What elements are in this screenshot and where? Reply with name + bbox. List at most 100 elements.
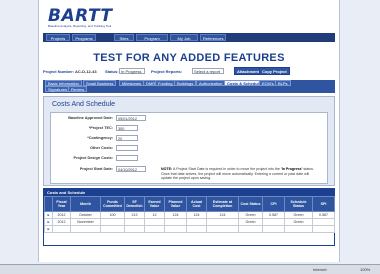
grid-header-spi[interactable]: SPI <box>312 196 335 212</box>
note-status: 'In Progress' <box>280 167 303 171</box>
project-tec-field[interactable]: 350 <box>116 125 138 131</box>
project-start-field[interactable]: 04/10/2012 <box>116 166 146 172</box>
grid-header-funds-committed[interactable]: Funds Committed <box>100 196 125 212</box>
cell-funds-committed: 100 <box>100 211 125 219</box>
tab-small-business[interactable]: Small Business <box>83 80 117 86</box>
cell-cost-status: Green <box>238 211 263 219</box>
cell-cpi[interactable] <box>262 225 285 233</box>
project-tec-label: *Project TEC: <box>88 126 113 130</box>
cell-spi[interactable] <box>312 225 335 233</box>
project-start-label: Project Start Date: <box>79 167 113 171</box>
other-costs-field[interactable] <box>116 145 138 151</box>
tab-funding[interactable]: Funding <box>155 80 176 86</box>
grid-header-expand <box>44 196 53 212</box>
row-expand-icon[interactable]: ▸ <box>44 211 53 219</box>
table-row[interactable]: ▸ 2012 October 100 213 12 124 124 124 Gr… <box>44 211 335 219</box>
grid-header-cpi[interactable]: CPI <box>262 196 285 212</box>
cell-spi <box>312 218 335 226</box>
nav-programs[interactable]: Programs <box>72 34 96 41</box>
tab-signatures[interactable]: Signatures <box>45 86 71 92</box>
cell-spi: 0.587 <box>312 211 335 219</box>
contingency-field[interactable]: 20 <box>116 135 138 141</box>
cell-schedule-status: Green <box>284 211 313 219</box>
cell-actual-cost[interactable] <box>186 225 207 233</box>
bartt-logo: BARTT <box>48 6 113 26</box>
tab-review[interactable]: Review <box>68 86 88 92</box>
project-design-costs-label: Project Design Costs: <box>73 156 113 160</box>
section-title: Costs And Schedule <box>52 101 116 108</box>
cell-funds-committed[interactable] <box>100 225 125 233</box>
logo-subtitle: Baseline Analysis, Reporting, and Tracki… <box>48 24 112 28</box>
cell-planned-value[interactable] <box>164 225 187 233</box>
grid-header-planned-value[interactable]: Planned Value <box>164 196 187 212</box>
copy-project-button[interactable]: Copy Project <box>259 67 290 75</box>
costs-schedule-section: Costs And Schedule Baseline Approved Dat… <box>43 96 335 186</box>
cell-actual-cost <box>186 218 207 226</box>
start-date-note: NOTE: A Project Start Date is required i… <box>161 167 321 181</box>
zoom-level[interactable]: 100% <box>360 267 370 272</box>
grid-header-row: Fiscal Year Month Funds Committed SF Dem… <box>44 196 335 212</box>
cell-cost-status: Green <box>238 218 263 226</box>
project-design-costs-field[interactable] <box>116 155 138 161</box>
nav-references[interactable]: References <box>200 34 226 41</box>
table-row[interactable]: ▸ <box>44 225 335 233</box>
grid-header-sf-demolish[interactable]: SF Demolish <box>124 196 145 212</box>
nav-projects[interactable]: Projects <box>46 34 70 41</box>
nav-program-reports[interactable]: Program Reports <box>136 34 168 48</box>
tab-costs-schedule[interactable]: Costs & Schedule <box>224 80 265 86</box>
grid-header-month[interactable]: Month <box>70 196 101 212</box>
attachment-button[interactable]: Attachment <box>234 67 263 75</box>
cell-fiscal-year: 2012 <box>52 211 71 219</box>
grid-header-estimate-at-completion[interactable]: Estimate at Completion <box>206 196 239 212</box>
cell-planned-value <box>164 218 187 226</box>
grid-title: Costs and Schedule <box>44 189 334 196</box>
tab-milestones[interactable]: Milestones <box>119 80 145 86</box>
tab-blps[interactable]: BLPs <box>275 80 291 86</box>
tab-buildings[interactable]: Buildings <box>174 80 197 86</box>
project-number-label: Project Number: <box>43 69 75 74</box>
contingency-label: *Contingency: <box>87 136 113 140</box>
reports-select[interactable]: Select a report <box>192 68 224 74</box>
cell-month: November <box>70 218 101 226</box>
note-prefix: NOTE: <box>161 167 173 171</box>
grid-header-fiscal-year[interactable]: Fiscal Year <box>52 196 71 212</box>
baseline-approved-field[interactable]: 05/01/2012 <box>116 115 146 121</box>
cell-actual-cost: 124 <box>186 211 207 219</box>
note-text: A Project Start Date is required in orde… <box>173 167 280 171</box>
tab-authorization[interactable]: Authorization <box>196 80 226 86</box>
browser-page: BARTT Baseline Analysis, Reporting, and … <box>0 0 380 274</box>
page-banner: TEST FOR ANY ADDED FEATURES <box>93 52 285 64</box>
costs-form: Baseline Approved Date: 05/01/2012 *Proj… <box>50 112 328 184</box>
project-toolbar: Project Number: AC-D-12-43 Status: In Pr… <box>43 67 335 77</box>
cell-schedule-status[interactable] <box>284 225 313 233</box>
status-label: Status: <box>105 69 119 74</box>
grid-header-actual-cost[interactable]: Actual Cost <box>186 196 207 212</box>
security-zone: Internet <box>313 267 327 272</box>
cell-estimate-at-completion: 124 <box>206 211 239 219</box>
cell-sf-demolish <box>124 218 145 226</box>
cell-estimate-at-completion[interactable] <box>206 225 239 233</box>
cell-month[interactable] <box>70 225 101 233</box>
cell-fiscal-year[interactable] <box>52 225 71 233</box>
cell-sf-demolish[interactable] <box>124 225 145 233</box>
tab-ecms[interactable]: ECM's <box>259 80 277 86</box>
grid-header-schedule-status[interactable]: Schedule Status <box>284 196 313 212</box>
row-expand-icon[interactable]: ▸ <box>44 225 53 233</box>
cell-sf-demolish: 213 <box>124 211 145 219</box>
project-tabs: Basic Information Small Business Milesto… <box>43 80 335 93</box>
baseline-approved-label: Baseline Approved Date: <box>68 116 113 120</box>
nav-my-job-queue[interactable]: My Job Queue <box>170 34 198 48</box>
cell-earned-value: 12 <box>144 211 165 219</box>
cell-cpi <box>262 218 285 226</box>
table-row[interactable]: ▸ 2012 November Green Green <box>44 218 335 226</box>
costs-grid-panel: Costs and Schedule Fiscal Year Month Fun… <box>43 188 335 246</box>
grid-header-cost-status[interactable]: Cost Status <box>238 196 263 212</box>
reports-label: Project Reports: <box>151 69 183 74</box>
cell-funds-committed <box>100 218 125 226</box>
grid-header-earned-value[interactable]: Earned Value <box>144 196 165 212</box>
cell-earned-value[interactable] <box>144 225 165 233</box>
row-expand-icon[interactable]: ▸ <box>44 218 53 226</box>
status-select[interactable]: In Progress <box>119 68 145 74</box>
cell-cost-status[interactable] <box>238 225 263 233</box>
nav-sites[interactable]: Sites <box>114 34 134 41</box>
